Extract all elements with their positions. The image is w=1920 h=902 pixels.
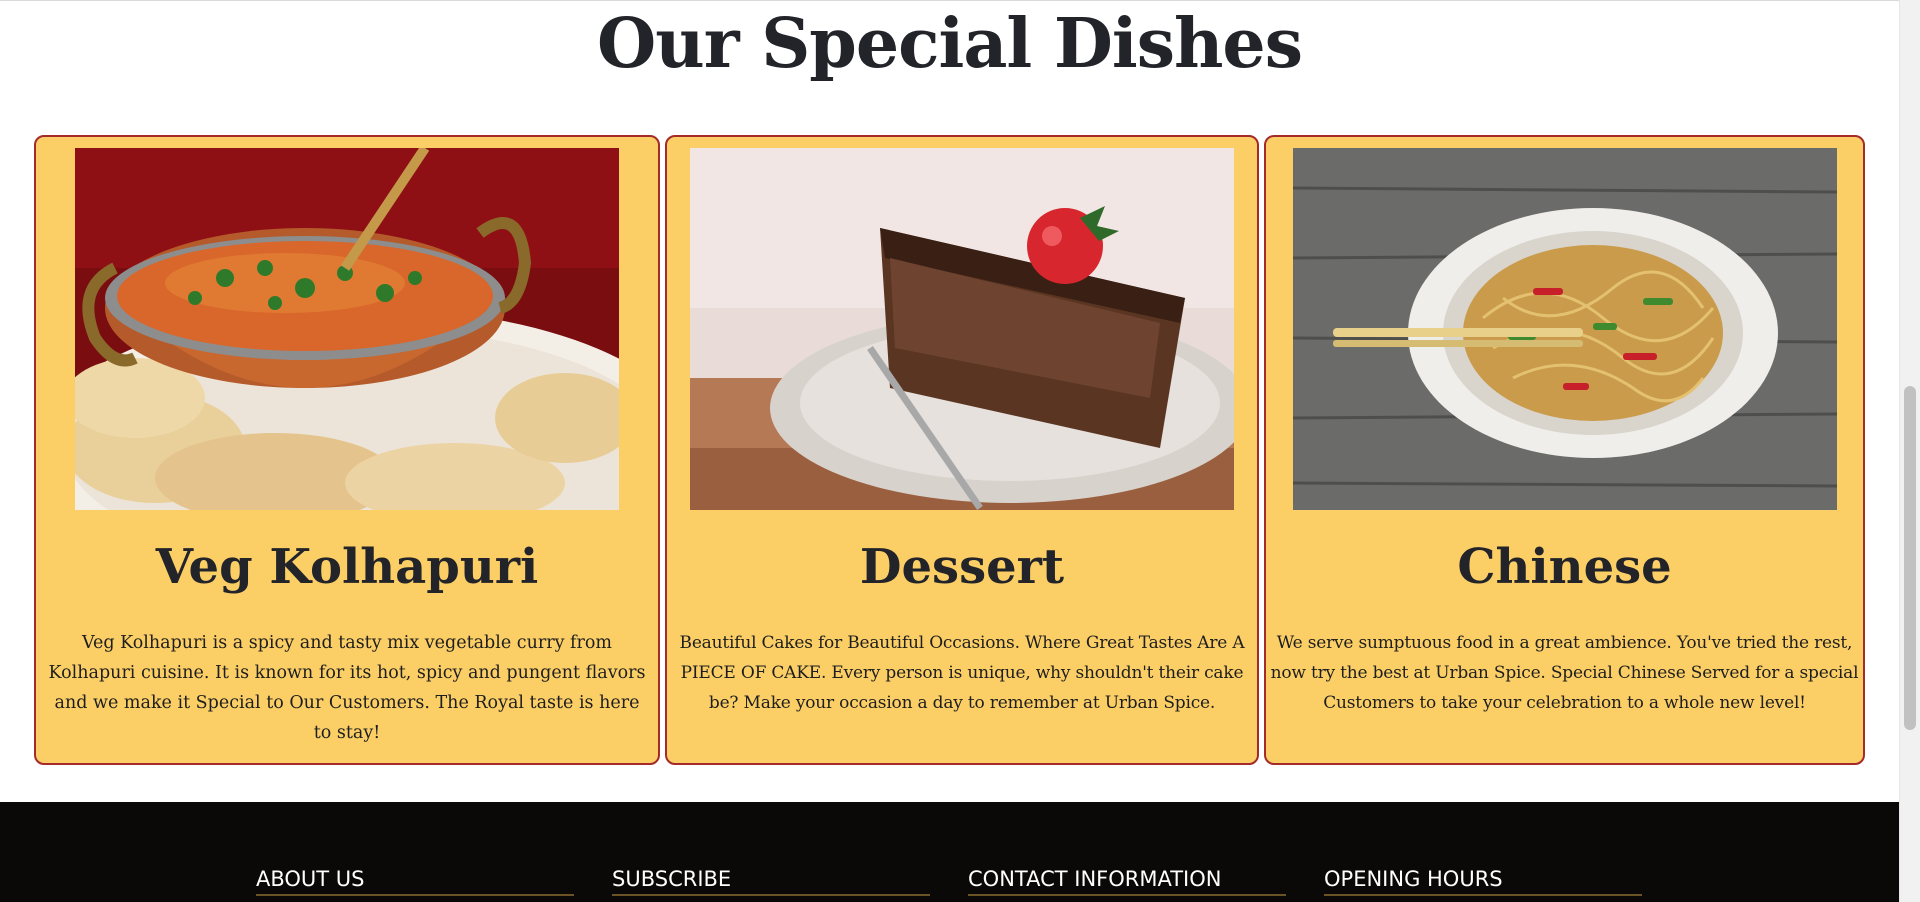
dish-card-chinese: Chinese We serve sumptuous food in a gre… [1264, 135, 1865, 765]
card-description: Veg Kolhapuri is a spicy and tasty mix v… [48, 633, 646, 743]
divider [0, 0, 1899, 1]
curry-bowl-photo [75, 148, 619, 510]
footer: ABOUT US SUBSCRIBE CONTACT INFORMATION O… [0, 802, 1899, 902]
card-title: Dessert [859, 539, 1065, 595]
chocolate-cake-photo [690, 148, 1234, 510]
dish-card-dessert: Dessert Beautiful Cakes for Beautiful Oc… [665, 135, 1259, 765]
dish-card-veg-kolhapuri: Veg Kolhapuri Veg Kolhapuri is a spicy a… [34, 135, 660, 765]
footer-heading-hours: OPENING HOURS [1324, 866, 1642, 896]
scrollbar-thumb[interactable] [1904, 386, 1916, 730]
noodles-bowl-photo [1293, 148, 1837, 510]
card-description: We serve sumptuous food in a great ambie… [1270, 633, 1859, 713]
footer-heading-contact: CONTACT INFORMATION [968, 866, 1286, 896]
card-title: Veg Kolhapuri [155, 539, 539, 595]
section-title: Our Special Dishes [597, 4, 1303, 84]
main-content: Our Special Dishes Veg Kolhapuri Veg Kol… [0, 0, 1899, 902]
footer-heading-subscribe: SUBSCRIBE [612, 866, 930, 896]
card-description: Beautiful Cakes for Beautiful Occasions.… [679, 633, 1245, 713]
vertical-scrollbar[interactable] [1899, 0, 1920, 902]
card-title: Chinese [1457, 539, 1672, 595]
page: Our Special Dishes Veg Kolhapuri Veg Kol… [0, 0, 1920, 902]
footer-heading-about: ABOUT US [256, 866, 574, 896]
